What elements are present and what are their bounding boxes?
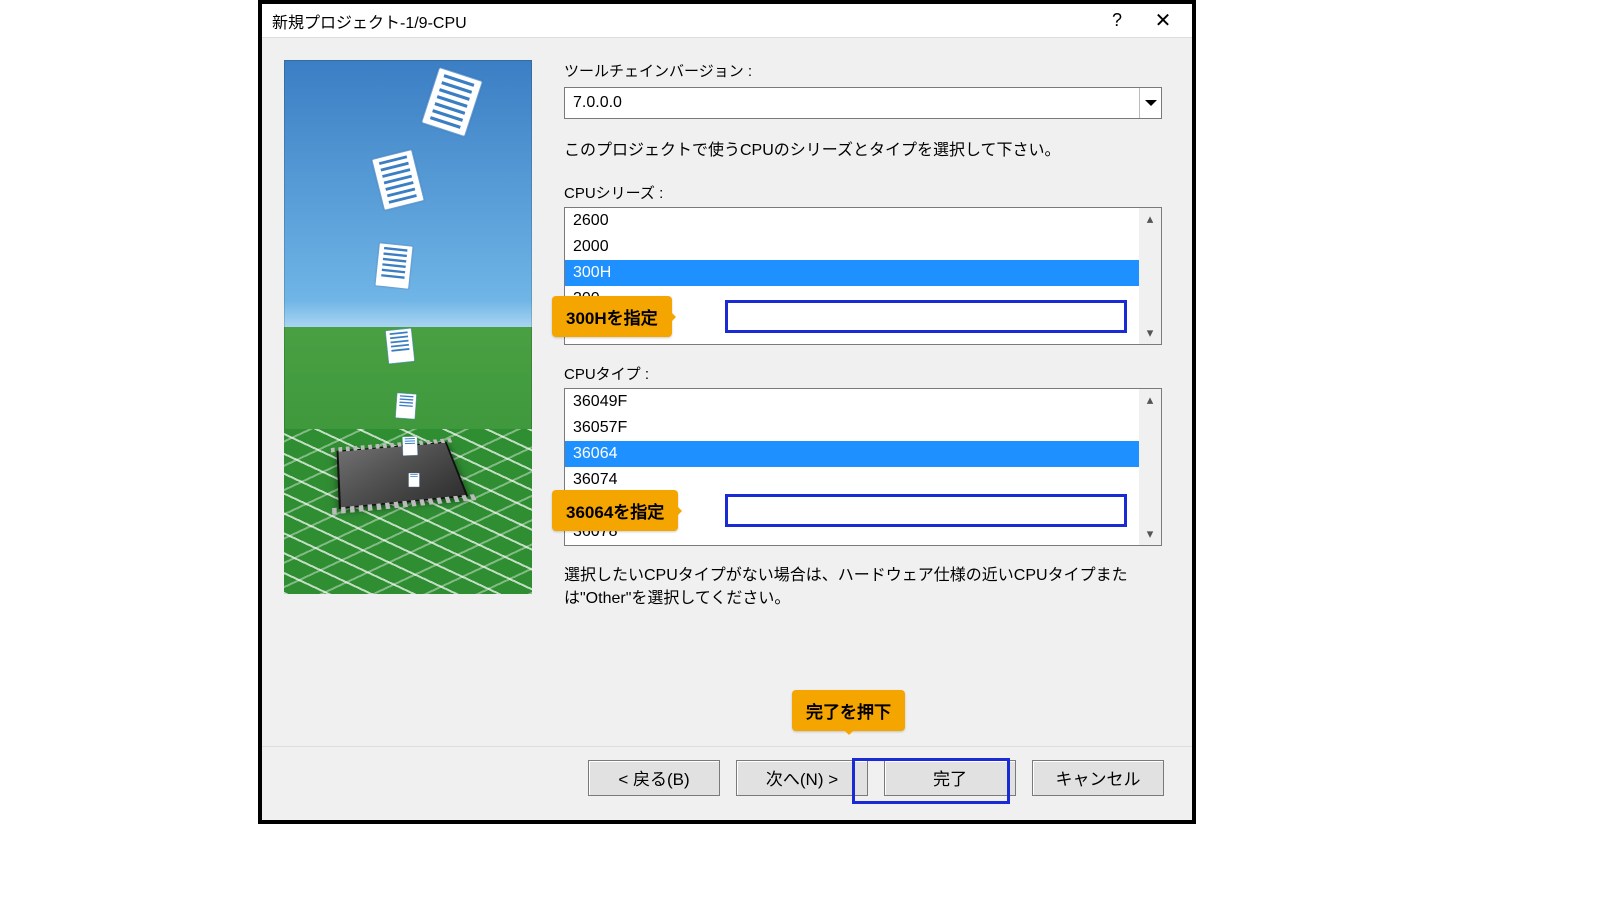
toolchain-version-label: ツールチェインバージョン :	[564, 60, 1162, 81]
callout-series: 300Hを指定	[552, 296, 672, 337]
scrollbar[interactable]: ▴ ▾	[1139, 208, 1161, 344]
callout-type: 36064を指定	[552, 490, 678, 531]
scroll-down-icon[interactable]: ▾	[1139, 322, 1161, 344]
close-button[interactable]: ✕	[1140, 6, 1186, 36]
instruction-text: このプロジェクトで使うCPUのシリーズとタイプを選択して下さい。	[564, 139, 1162, 162]
list-item[interactable]: 2600	[565, 208, 1139, 234]
scrollbar[interactable]: ▴ ▾	[1139, 389, 1161, 545]
list-item[interactable]: 36064	[565, 441, 1139, 467]
scroll-down-icon[interactable]: ▾	[1139, 523, 1161, 545]
cpu-series-label: CPUシリーズ :	[564, 182, 1162, 203]
wizard-illustration	[284, 60, 532, 594]
list-item[interactable]: 36057F	[565, 415, 1139, 441]
wizard-footer: < 戻る(B) 次へ(N) > 完了 キャンセル	[262, 746, 1192, 820]
list-item[interactable]: 300H	[565, 260, 1139, 286]
chevron-down-icon[interactable]	[1139, 88, 1161, 118]
scroll-up-icon[interactable]: ▴	[1139, 208, 1161, 230]
help-button[interactable]: ?	[1094, 6, 1140, 36]
window-title: 新規プロジェクト-1/9-CPU	[272, 9, 1094, 33]
scroll-up-icon[interactable]: ▴	[1139, 389, 1161, 411]
list-item[interactable]: 2000	[565, 234, 1139, 260]
cpu-type-label: CPUタイプ :	[564, 363, 1162, 384]
next-button[interactable]: 次へ(N) >	[736, 760, 868, 796]
list-item[interactable]: 36049F	[565, 389, 1139, 415]
wizard-dialog: 新規プロジェクト-1/9-CPU ? ✕ ツールチ	[258, 0, 1196, 824]
titlebar: 新規プロジェクト-1/9-CPU ? ✕	[262, 4, 1192, 38]
callout-finish: 完了を押下	[792, 690, 905, 731]
toolchain-version-combo[interactable]: 7.0.0.0	[564, 87, 1162, 119]
footnote-text: 選択したいCPUタイプがない場合は、ハードウェア仕様の近いCPUタイプまたは"O…	[564, 564, 1162, 610]
finish-button[interactable]: 完了	[884, 760, 1016, 796]
back-button[interactable]: < 戻る(B)	[588, 760, 720, 796]
toolchain-version-value: 7.0.0.0	[573, 94, 1139, 112]
cancel-button[interactable]: キャンセル	[1032, 760, 1164, 796]
